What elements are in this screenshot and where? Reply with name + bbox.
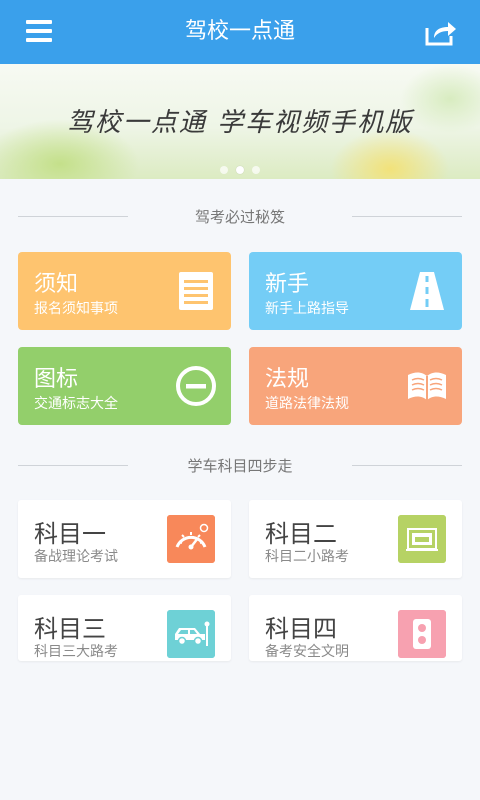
tile-laws[interactable]: 法规 道路法律法规: [249, 347, 462, 425]
pager-dot-active[interactable]: [236, 166, 244, 174]
subject-title: 科目二: [265, 520, 337, 548]
tile-subtitle: 新手上路指导: [265, 301, 349, 317]
pager-dot[interactable]: [220, 166, 228, 174]
car-icon: [167, 610, 215, 658]
tile-subtitle: 交通标志大全: [34, 396, 118, 412]
subject-subtitle: 科目三大路考: [34, 644, 118, 660]
app-header: 驾校一点通: [0, 0, 480, 64]
subject-card-1[interactable]: 科目一 备战理论考试: [18, 500, 231, 578]
tile-subtitle: 报名须知事项: [34, 301, 118, 317]
tile-title: 新手: [265, 272, 310, 297]
document-icon: [179, 272, 213, 310]
subject-title: 科目一: [34, 520, 106, 548]
subject-title: 科目三: [34, 615, 106, 643]
road-icon: [410, 272, 444, 310]
tile-title: 图标: [34, 367, 79, 392]
tile-title: 须知: [34, 272, 79, 297]
subject-title: 科目四: [265, 615, 337, 643]
tile-subtitle: 道路法律法规: [265, 396, 349, 412]
page-title: 驾校一点通: [184, 19, 295, 44]
tile-title: 法规: [265, 367, 310, 392]
section-title-tips: 驾考必过秘笈: [18, 206, 462, 226]
traffic-light-icon: [398, 610, 446, 658]
book-icon: [408, 372, 446, 400]
tile-notice[interactable]: 须知 报名须知事项: [18, 252, 231, 330]
garage-icon: [398, 515, 446, 563]
tile-signs[interactable]: 图标 交通标志大全: [18, 347, 231, 425]
share-icon[interactable]: [424, 18, 458, 46]
subject-card-4[interactable]: 科目四 备考安全文明: [249, 595, 462, 661]
banner-pager: [0, 166, 480, 176]
promo-banner[interactable]: 驾校一点通 学车视频手机版: [0, 64, 480, 179]
no-entry-sign-icon: [176, 366, 216, 406]
subject-card-3[interactable]: 科目三 科目三大路考: [18, 595, 231, 661]
subject-card-2[interactable]: 科目二 科目二小路考: [249, 500, 462, 578]
section-title-subjects: 学车科目四步走: [18, 455, 462, 475]
subject-subtitle: 科目二小路考: [265, 549, 349, 565]
subject-subtitle: 备考安全文明: [265, 644, 349, 660]
subject-subtitle: 备战理论考试: [34, 549, 118, 565]
speedometer-icon: [167, 515, 215, 563]
pager-dot[interactable]: [252, 166, 260, 174]
tile-newbie[interactable]: 新手 新手上路指导: [249, 252, 462, 330]
banner-text: 驾校一点通 学车视频手机版: [66, 108, 414, 138]
